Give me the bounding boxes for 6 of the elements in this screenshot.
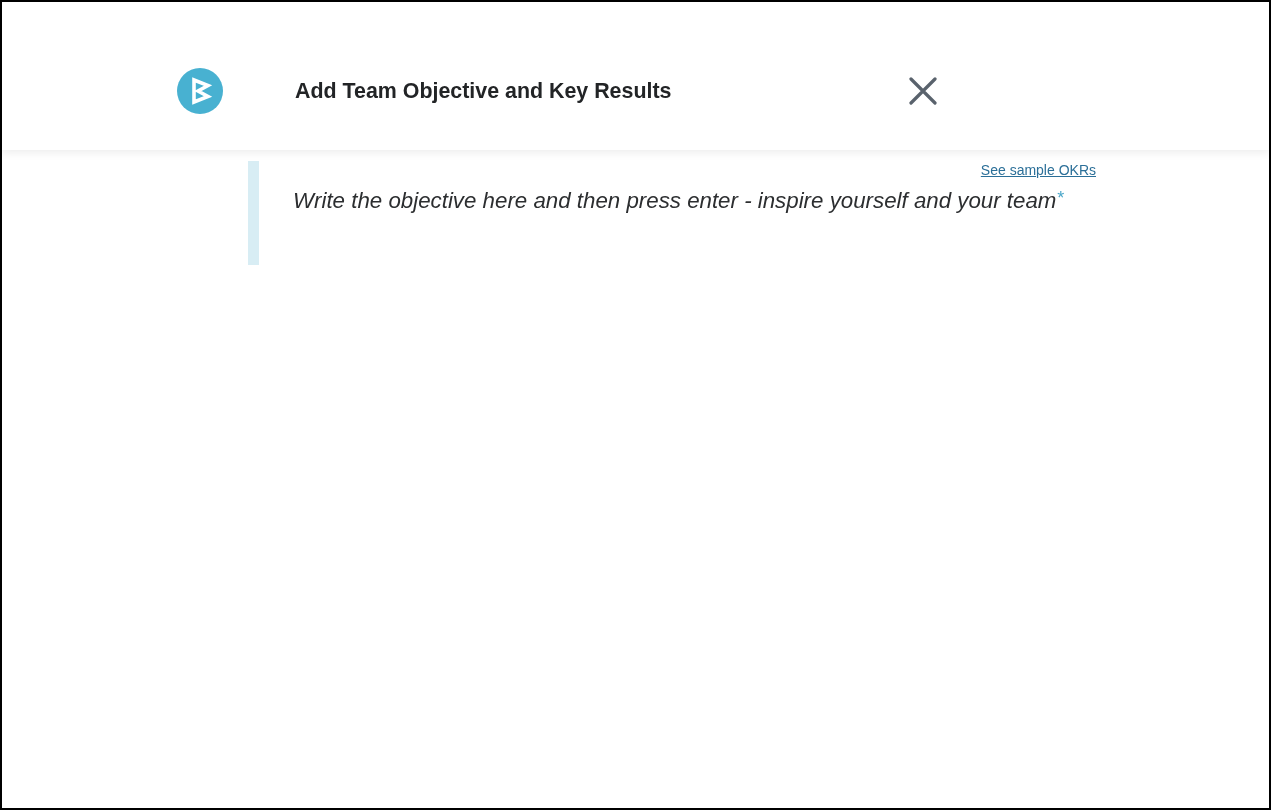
- logo-icon: [177, 68, 223, 114]
- close-icon: [909, 77, 937, 105]
- close-button[interactable]: [909, 77, 937, 105]
- dialog-title: Add Team Objective and Key Results: [295, 78, 673, 104]
- objective-field[interactable]: Write the objective here and then press enter - inspire yourself and your team$^{*}$: [293, 186, 1064, 216]
- sample-okrs-link[interactable]: See sample OKRs: [980, 162, 1096, 178]
